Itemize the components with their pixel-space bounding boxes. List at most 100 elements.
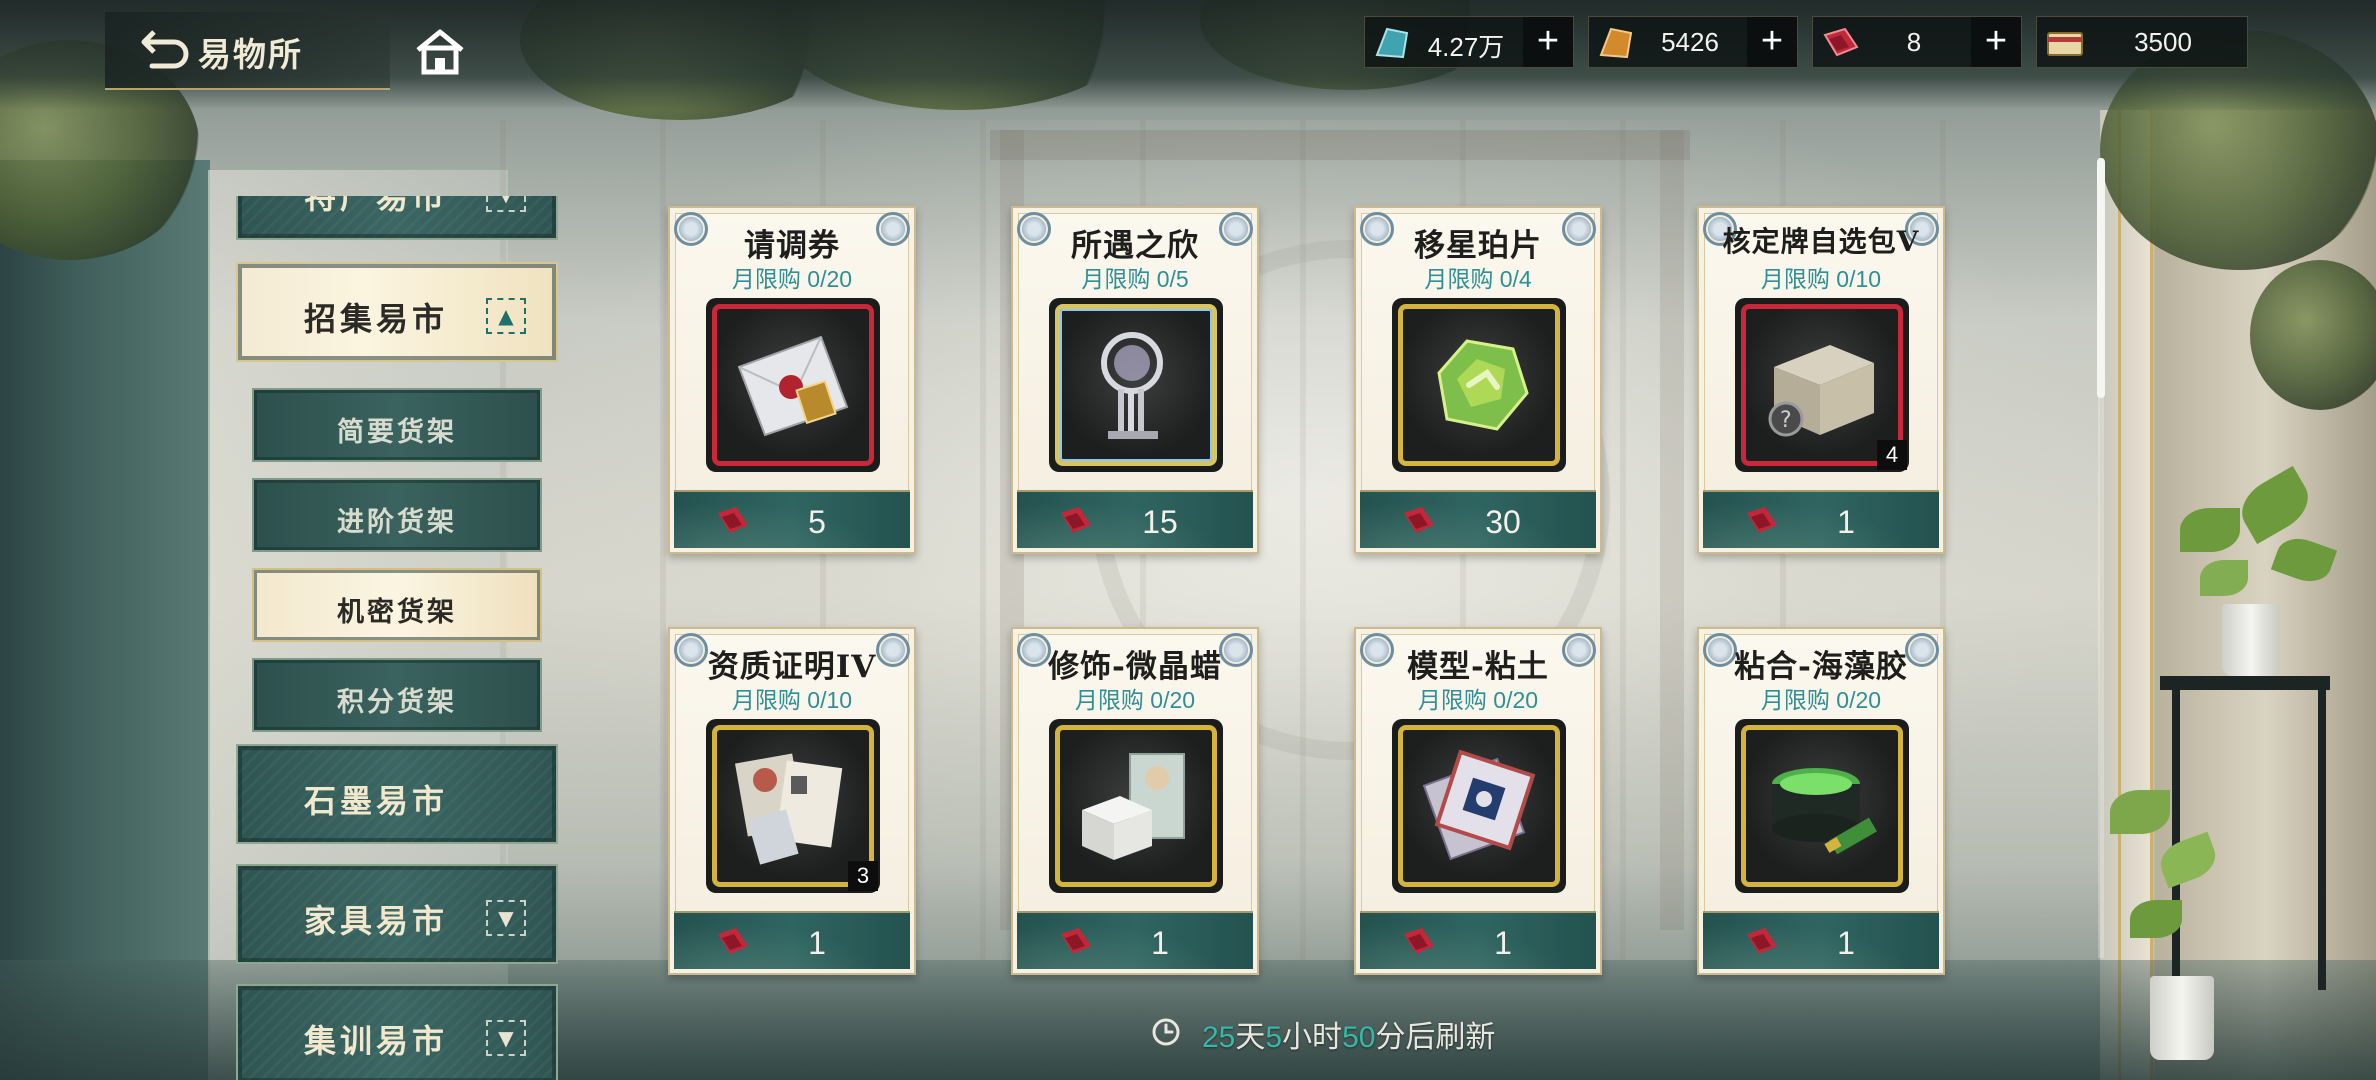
refresh-days-unit: 天 bbox=[1235, 1021, 1266, 1054]
product-name: 所遇之欣 bbox=[1071, 228, 1199, 264]
gate-post-decoration bbox=[1660, 130, 1684, 930]
menu-item-recruit-market[interactable]: 招集易市 ▲ bbox=[236, 262, 558, 362]
currency-teal-bar: 4.27万 + bbox=[1364, 16, 1574, 68]
purchase-limit: 月限购 0/10 bbox=[731, 687, 853, 713]
sub-item-basic-shelf[interactable]: 简要货架 bbox=[252, 388, 542, 462]
product-name: 资质证明IV bbox=[707, 649, 877, 685]
price-bar: 5 bbox=[674, 490, 910, 548]
price-value: 1 bbox=[1837, 504, 1855, 540]
plant-stand-leg bbox=[2318, 690, 2326, 990]
currency-points-bar: 3500 bbox=[2036, 16, 2248, 68]
product-name: 粘合-海藻胶 bbox=[1734, 649, 1908, 685]
currency-points-value: 3500 bbox=[2134, 27, 2192, 57]
clock-icon bbox=[1152, 1018, 1180, 1046]
price-bar: 1 bbox=[674, 911, 910, 969]
chevron-down-icon: ▼ bbox=[486, 900, 526, 936]
price-bar: 1 bbox=[1017, 911, 1253, 969]
purchase-limit: 月限购 0/20 bbox=[1417, 687, 1539, 713]
refresh-minutes: 50 bbox=[1342, 1021, 1376, 1054]
product-card[interactable]: 资质证明IV 月限购 0/10 3 1 bbox=[668, 627, 916, 975]
product-card[interactable]: 请调券 月限购 0/20 5 bbox=[668, 206, 916, 554]
price-bar: 1 bbox=[1703, 490, 1939, 548]
refresh-hours: 5 bbox=[1265, 1021, 1283, 1054]
item-slot bbox=[1398, 304, 1560, 466]
refresh-suffix: 分后刷新 bbox=[1375, 1021, 1496, 1054]
red-ticket-icon bbox=[1061, 507, 1091, 533]
price-bar: 30 bbox=[1360, 490, 1596, 548]
price-value: 1 bbox=[808, 925, 826, 961]
teal-crystal-icon bbox=[1375, 27, 1409, 59]
plant-pot bbox=[2222, 604, 2280, 676]
menu-item-ink-market[interactable]: 石墨易市 bbox=[236, 744, 558, 844]
currency-ticket-bar: 8 + bbox=[1812, 16, 2022, 68]
menu-item-training-market[interactable]: 集训易市 ▼ bbox=[236, 984, 558, 1080]
sub-item-advanced-shelf[interactable]: 进阶货架 bbox=[252, 478, 542, 552]
currency-orange-value: 5426 bbox=[1661, 27, 1719, 57]
product-card[interactable]: 修饰-微晶蜡 月限购 0/20 1 bbox=[1011, 627, 1259, 975]
glue-jar-icon bbox=[1772, 768, 1877, 855]
red-ticket-icon bbox=[718, 928, 748, 954]
page-title: 易物所 bbox=[198, 35, 303, 74]
product-name: 修饰-微晶蜡 bbox=[1048, 649, 1222, 685]
item-frame: ? 4 bbox=[1735, 298, 1909, 472]
home-icon bbox=[416, 29, 464, 75]
leaf-decoration bbox=[2130, 900, 2182, 938]
product-name: 请调券 bbox=[744, 228, 840, 264]
product-card[interactable]: 移星珀片 月限购 0/4 30 bbox=[1354, 206, 1602, 554]
add-orange-currency-button[interactable]: + bbox=[1747, 17, 1797, 67]
envelope-icon bbox=[737, 335, 849, 437]
refresh-hours-unit: 小时 bbox=[1282, 1021, 1343, 1054]
price-value: 15 bbox=[1142, 504, 1178, 540]
sub-item-secret-shelf[interactable]: 机密货架 bbox=[252, 568, 542, 642]
price-value: 1 bbox=[1151, 925, 1169, 961]
item-quantity-badge: 4 bbox=[1877, 440, 1907, 470]
mystery-box-icon: ? bbox=[1768, 345, 1874, 437]
sub-item-label: 机密货架 bbox=[337, 597, 457, 628]
price-value: 30 bbox=[1485, 504, 1521, 540]
red-ticket-icon bbox=[1747, 928, 1777, 954]
product-scrollbar-thumb[interactable] bbox=[2097, 158, 2105, 398]
home-button[interactable] bbox=[412, 26, 468, 76]
item-slot bbox=[1055, 725, 1217, 887]
product-card[interactable]: 核定牌自选包V 月限购 0/10 ? 4 1 bbox=[1697, 206, 1945, 554]
sub-item-label: 积分货架 bbox=[337, 687, 457, 718]
sub-item-points-shelf[interactable]: 积分货架 bbox=[252, 658, 542, 732]
currency-teal-value: 4.27万 bbox=[1427, 32, 1505, 62]
item-slot bbox=[712, 304, 874, 466]
purchase-limit: 月限购 0/10 bbox=[1760, 266, 1882, 292]
product-name: 核定牌自选包V bbox=[1722, 225, 1920, 258]
menu-item-label: 特产易市 bbox=[304, 196, 449, 216]
item-frame bbox=[1735, 719, 1909, 893]
add-teal-currency-button[interactable]: + bbox=[1523, 17, 1573, 67]
add-ticket-button[interactable]: + bbox=[1971, 17, 2021, 67]
menu-item-furniture-market[interactable]: 家具易市 ▼ bbox=[236, 864, 558, 964]
refresh-timer: 25天5小时50分后刷新 bbox=[1202, 1012, 1495, 1056]
purchase-limit: 月限购 0/5 bbox=[1081, 266, 1189, 292]
shop-category-menu[interactable]: 特产易市 ▼ 招集易市 ▲ 简要货架 进阶货架 机密货架 积分货架 石墨易市 家… bbox=[232, 196, 562, 1080]
gate-beam-decoration bbox=[990, 130, 1690, 160]
item-frame bbox=[1392, 298, 1566, 472]
red-ticket-icon bbox=[1823, 27, 1859, 57]
red-ticket-icon bbox=[1747, 507, 1777, 533]
item-quantity-badge: 3 bbox=[848, 861, 878, 891]
back-arrow-icon bbox=[141, 30, 189, 69]
red-ticket-icon bbox=[718, 507, 748, 533]
sub-item-label: 简要货架 bbox=[337, 417, 457, 448]
product-card[interactable]: 模型-粘土 月限购 0/20 1 bbox=[1354, 627, 1602, 975]
menu-item-label: 家具易市 bbox=[304, 902, 449, 940]
leaf-decoration bbox=[2200, 560, 2248, 596]
purchase-limit: 月限购 0/20 bbox=[1074, 687, 1196, 713]
product-card[interactable]: 所遇之欣 月限购 0/5 15 bbox=[1011, 206, 1259, 554]
item-frame bbox=[1049, 719, 1223, 893]
sub-item-label: 进阶货架 bbox=[337, 507, 457, 538]
item-frame: 3 bbox=[706, 719, 880, 893]
red-ticket-icon bbox=[1061, 928, 1091, 954]
plant-stand bbox=[2160, 676, 2330, 690]
menu-item-specialty-market[interactable]: 特产易市 ▼ bbox=[236, 196, 558, 240]
currency-orange-bar: 5426 + bbox=[1588, 16, 1798, 68]
back-button[interactable] bbox=[140, 22, 196, 74]
purchase-limit: 月限购 0/20 bbox=[1760, 687, 1882, 713]
plant-pot bbox=[2150, 976, 2214, 1060]
product-card[interactable]: 粘合-海藻胶 月限购 0/20 1 bbox=[1697, 627, 1945, 975]
wax-box-icon bbox=[1082, 753, 1185, 860]
